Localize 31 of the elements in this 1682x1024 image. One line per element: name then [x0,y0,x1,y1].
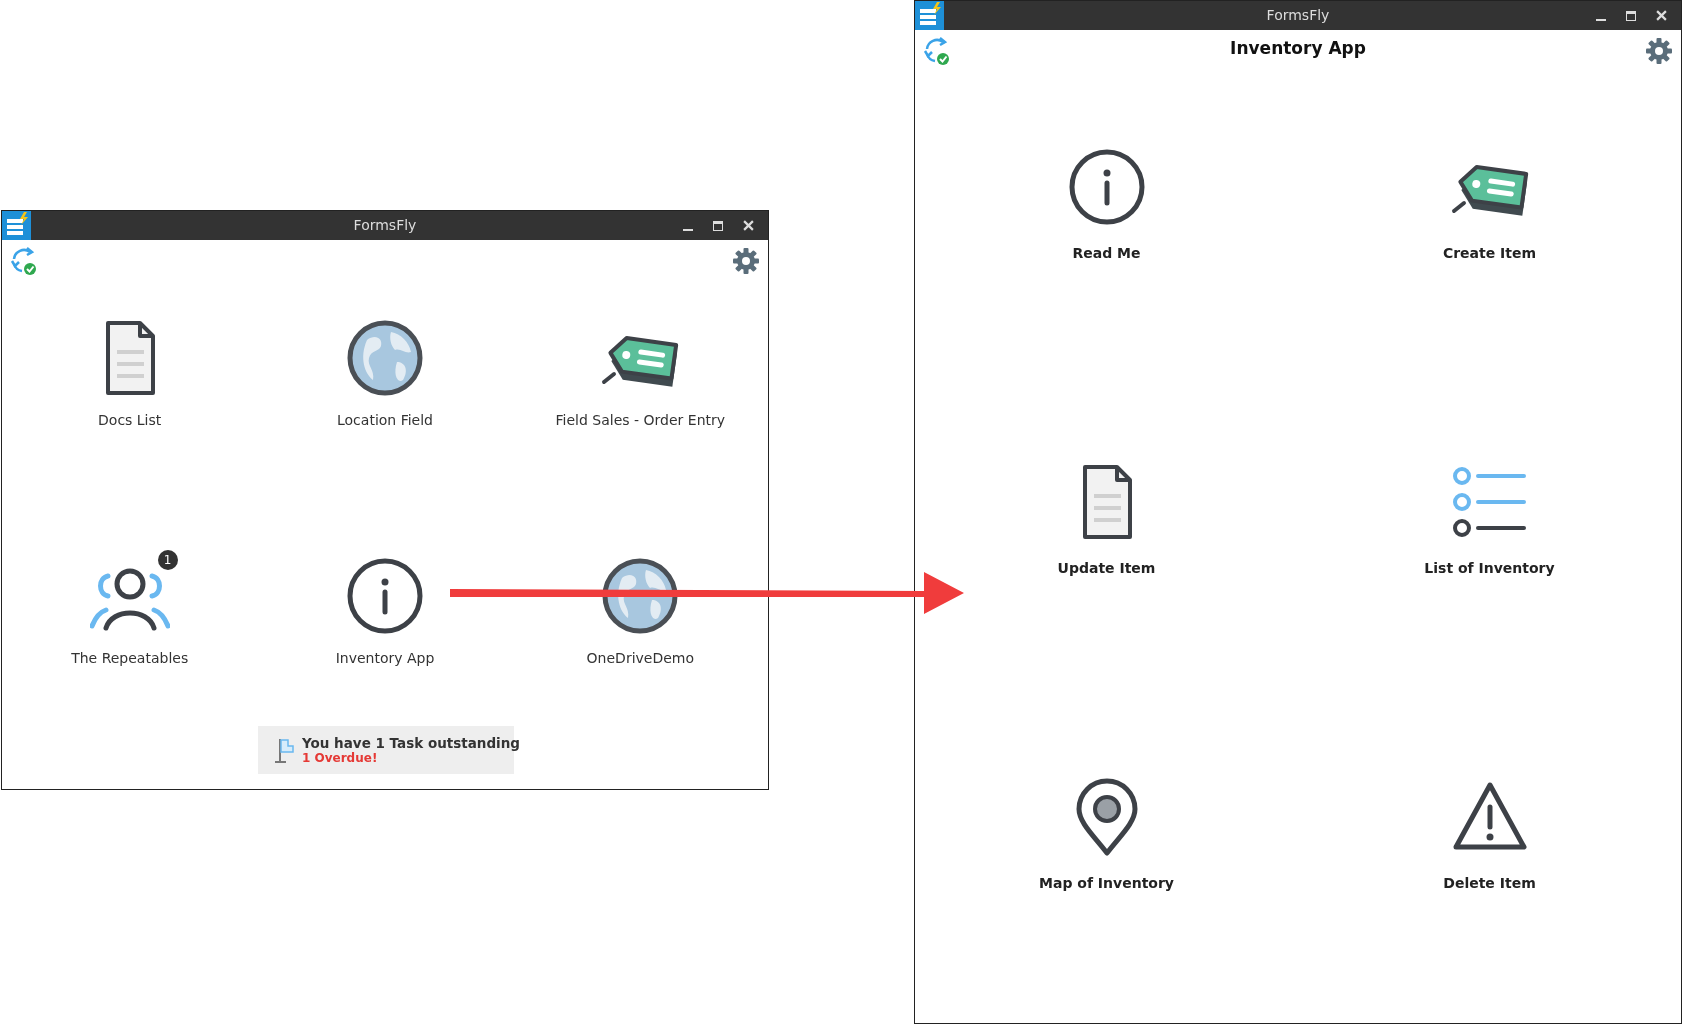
tile-label[interactable]: Update Item [1057,560,1156,576]
tile-label[interactable]: Create Item [1442,245,1537,261]
tile-label[interactable]: Docs List [98,412,162,428]
minimize-icon[interactable] [1596,18,1606,21]
tile-label[interactable]: The Repeatables [71,650,189,666]
window-title: FormsFly [1266,7,1330,23]
close-icon[interactable] [743,220,754,231]
flag-icon [274,737,294,763]
task-message: You have 1 Task outstanding [302,735,520,751]
info-icon[interactable] [345,556,425,636]
tile-label[interactable]: Inventory App [335,650,435,666]
tile-label[interactable]: List of Inventory [1424,560,1555,576]
tile-label[interactable]: Field Sales - Order Entry [555,412,726,428]
tile-label[interactable]: OneDriveDemo [586,650,695,666]
minimize-icon[interactable] [683,228,693,231]
settings-icon[interactable] [732,247,760,275]
globe-icon[interactable] [345,318,425,398]
maximize-icon[interactable] [713,220,723,231]
maximize-icon[interactable] [1626,10,1636,21]
tile-label[interactable]: Map of Inventory [1039,875,1174,891]
settings-icon[interactable] [1645,37,1673,65]
count-badge: 1 [157,550,178,570]
app-heading: Inventory App [1230,38,1366,58]
close-icon[interactable] [1656,10,1667,21]
tile-label[interactable]: Location Field [337,412,433,428]
overdue-text: 1 Overdue! [302,751,379,765]
tile-label[interactable]: Read Me [1072,245,1141,261]
sync-icon[interactable] [10,246,38,276]
sync-icon[interactable] [923,36,951,66]
tile-label[interactable]: Delete Item [1443,875,1536,891]
window-title: FormsFly [353,217,417,233]
